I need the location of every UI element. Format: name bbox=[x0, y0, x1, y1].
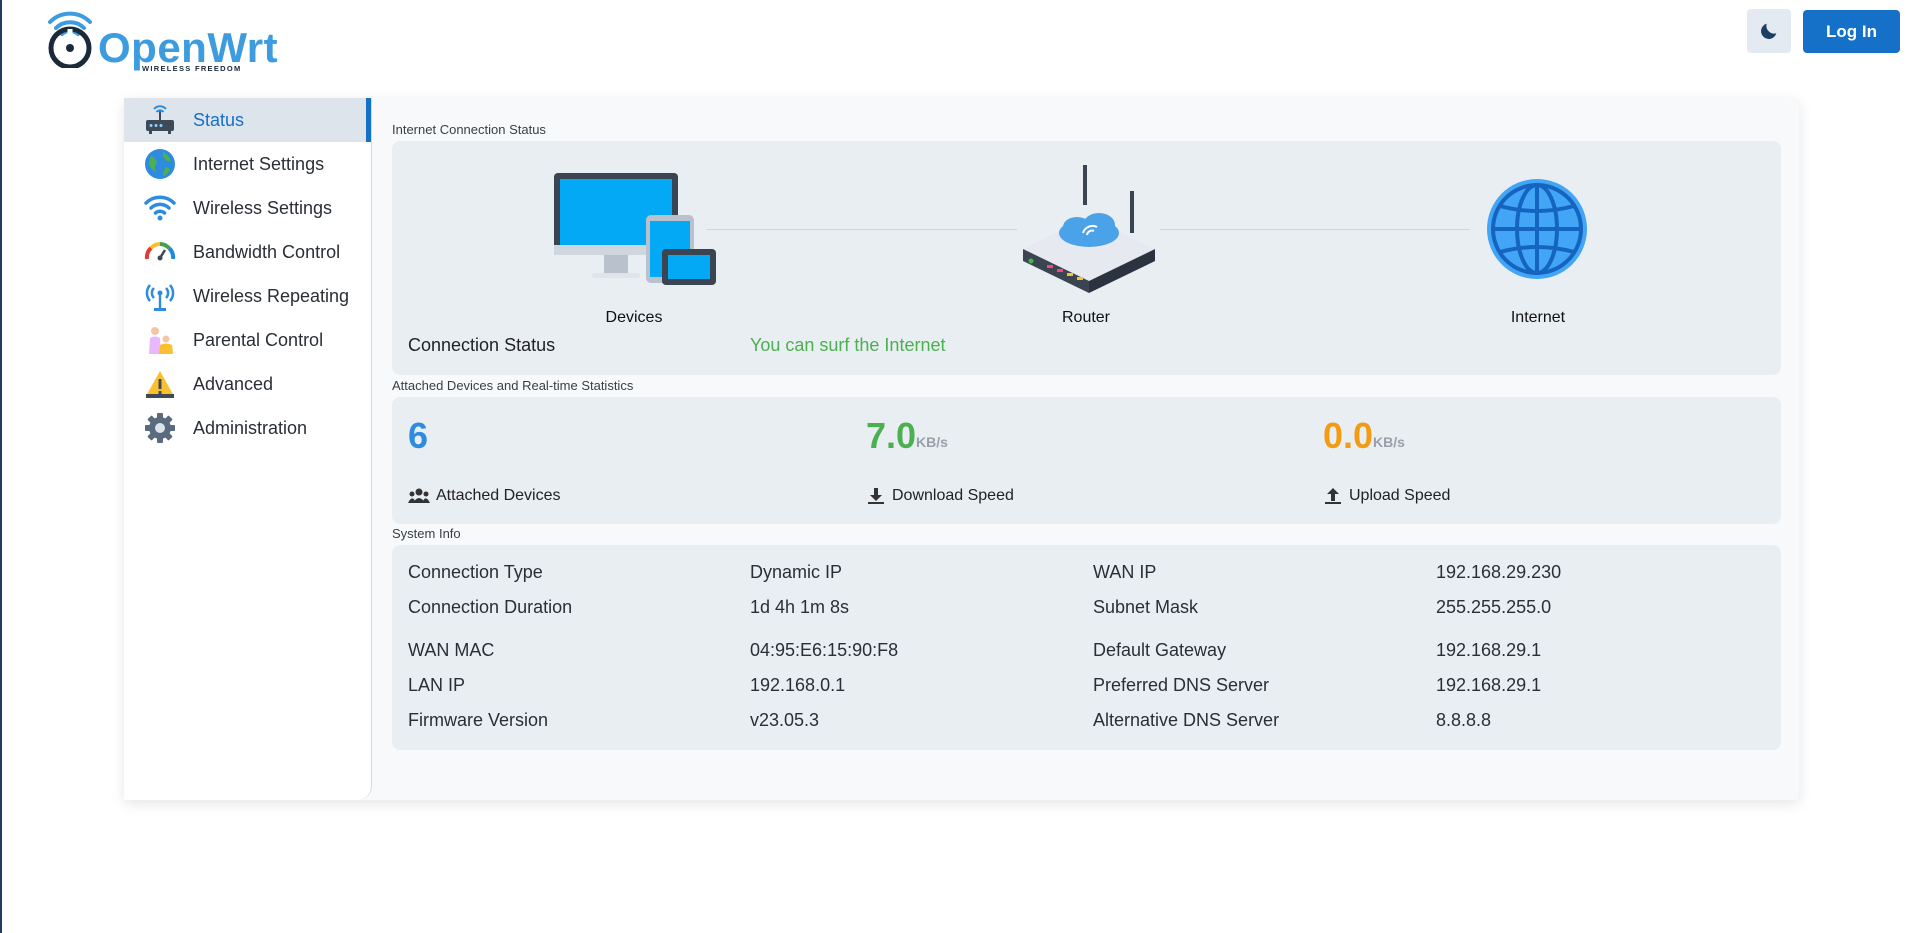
system-section-title: System Info bbox=[392, 526, 461, 541]
logo-tagline: WIRELESS FREEDOM bbox=[142, 64, 242, 73]
openwrt-logo[interactable]: OpenWrt WIRELESS FREEDOM bbox=[42, 8, 278, 73]
wifi-logo-icon bbox=[48, 11, 92, 68]
connection-type-value: Dynamic IP bbox=[750, 562, 843, 582]
theme-toggle-button[interactable] bbox=[1747, 9, 1791, 53]
upload-icon bbox=[1325, 488, 1341, 504]
sidebar-item-wireless-repeating[interactable]: Wireless Repeating bbox=[124, 274, 371, 318]
upload-speed-unit: KB/s bbox=[1373, 434, 1405, 450]
moon-icon bbox=[1761, 23, 1777, 39]
wan-ip-label: WAN IP bbox=[1093, 562, 1157, 582]
family-icon bbox=[143, 323, 177, 357]
alternative-dns-value: 8.8.8.8 bbox=[1436, 710, 1492, 730]
wan-mac-label: WAN MAC bbox=[408, 640, 495, 660]
sidebar-item-label: Parental Control bbox=[193, 329, 324, 350]
subnet-mask-label: Subnet Mask bbox=[1093, 597, 1199, 617]
firmware-version-label: Firmware Version bbox=[408, 710, 549, 730]
sidebar-item-internet-settings[interactable]: Internet Settings bbox=[124, 142, 371, 186]
firmware-version-value: v23.05.3 bbox=[750, 710, 820, 730]
default-gateway-label: Default Gateway bbox=[1093, 640, 1227, 660]
download-speed-label-row: Download Speed bbox=[866, 487, 1014, 505]
sidebar-item-status[interactable]: Status bbox=[124, 98, 371, 142]
subnet-mask-value: 255.255.255.0 bbox=[1436, 597, 1552, 617]
connection-duration-value: 1d 4h 1m 8s bbox=[750, 597, 850, 617]
warning-icon bbox=[143, 367, 177, 401]
connection-card: Devices Router Internet Connection Statu… bbox=[392, 141, 1781, 375]
download-speed-value: 7.0 bbox=[866, 415, 917, 456]
download-speed-label: Download Speed bbox=[892, 487, 1014, 504]
connection-status-value: You can surf the Internet bbox=[750, 335, 946, 355]
wan-mac-value: 04:95:E6:15:90:F8 bbox=[750, 640, 899, 660]
wifi-icon bbox=[143, 191, 177, 225]
download-icon bbox=[868, 488, 884, 504]
download-speed-unit: KB/s bbox=[916, 434, 948, 450]
globe-icon bbox=[143, 147, 177, 181]
devices-router-line bbox=[707, 229, 1017, 230]
sidebar-item-label: Internet Settings bbox=[193, 153, 325, 174]
devices-icon bbox=[554, 173, 716, 285]
users-icon bbox=[408, 488, 430, 503]
sidebar-item-label: Advanced bbox=[193, 373, 274, 394]
internet-globe-icon bbox=[1487, 179, 1587, 279]
sidebar-item-bandwidth-control[interactable]: Bandwidth Control bbox=[124, 230, 371, 274]
sidebar-item-parental-control[interactable]: Parental Control bbox=[124, 318, 371, 362]
attached-devices-count: 6 bbox=[408, 415, 429, 456]
antenna-icon bbox=[143, 279, 177, 313]
sidebar-item-advanced[interactable]: Advanced bbox=[124, 362, 371, 406]
sidebar-item-label: Wireless Repeating bbox=[193, 285, 350, 306]
login-button[interactable]: Log In bbox=[1803, 10, 1900, 53]
system-info-card: Connection Type Dynamic IP WAN IP 192.16… bbox=[392, 545, 1781, 750]
preferred-dns-label: Preferred DNS Server bbox=[1093, 675, 1270, 695]
default-gateway-value: 192.168.29.1 bbox=[1436, 640, 1542, 660]
devices-label: Devices bbox=[605, 309, 663, 326]
upload-speed-value: 0.0 bbox=[1323, 415, 1374, 456]
upload-speed-label: Upload Speed bbox=[1349, 487, 1451, 504]
router-icon bbox=[143, 103, 177, 137]
router-internet-line bbox=[1160, 229, 1470, 230]
lan-ip-value: 192.168.0.1 bbox=[750, 675, 846, 695]
stats-card: 6 Attached Devices 7.0 KB/s Download Spe… bbox=[392, 397, 1781, 524]
connection-section-title: Internet Connection Status bbox=[392, 122, 546, 137]
sidebar-item-wireless-settings[interactable]: Wireless Settings bbox=[124, 186, 371, 230]
router-label: Router bbox=[1061, 309, 1111, 326]
attached-devices-label: Attached Devices bbox=[436, 487, 561, 504]
router-icon bbox=[1023, 165, 1155, 293]
internet-label: Internet bbox=[1510, 309, 1566, 326]
upload-speed-label-row: Upload Speed bbox=[1323, 487, 1450, 505]
stats-section-title: Attached Devices and Real-time Statistic… bbox=[392, 378, 634, 393]
wan-ip-value: 192.168.29.230 bbox=[1436, 562, 1562, 582]
sidebar-item-label: Status bbox=[193, 109, 245, 130]
sidebar-item-administration[interactable]: Administration bbox=[124, 406, 371, 450]
gauge-icon bbox=[143, 235, 177, 269]
connection-status-label: Connection Status bbox=[408, 335, 556, 355]
attached-devices-label-row: Attached Devices bbox=[408, 487, 561, 505]
gear-icon bbox=[143, 411, 177, 445]
main-panel: Status Internet Settings Wireless Settin… bbox=[124, 98, 1799, 800]
preferred-dns-value: 192.168.29.1 bbox=[1436, 675, 1542, 695]
sidebar: Status Internet Settings Wireless Settin… bbox=[124, 98, 372, 800]
lan-ip-label: LAN IP bbox=[408, 675, 466, 695]
sidebar-item-label: Wireless Settings bbox=[193, 197, 333, 218]
connection-type-label: Connection Type bbox=[408, 562, 543, 582]
sidebar-item-label: Bandwidth Control bbox=[193, 241, 341, 262]
sidebar-item-label: Administration bbox=[193, 417, 308, 438]
alternative-dns-label: Alternative DNS Server bbox=[1093, 710, 1280, 730]
connection-duration-label: Connection Duration bbox=[408, 597, 573, 617]
